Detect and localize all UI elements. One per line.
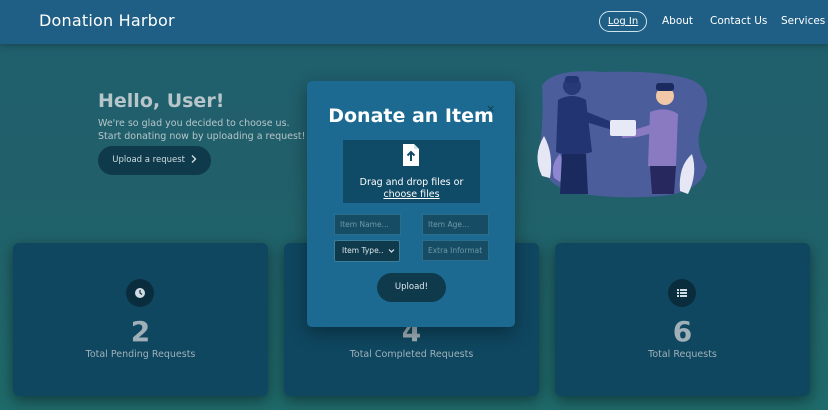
hero-title: Hello, User! [98, 90, 225, 112]
upload-request-button[interactable]: Upload a request [98, 146, 211, 175]
login-button[interactable]: Log In [599, 11, 647, 32]
navbar: Donation Harbor Log In About Contact Us … [0, 0, 828, 44]
extra-info-input[interactable]: Extra Informat [422, 240, 489, 261]
stat-card-pending: 2 Total Pending Requests [13, 243, 268, 396]
modal-title: Donate an Item [328, 105, 494, 127]
nav-services[interactable]: Services [781, 15, 825, 27]
item-name-input[interactable]: Item Name... [334, 214, 401, 235]
stat-value: 6 [672, 315, 693, 348]
hero-subtitle: We're so glad you decided to choose us. … [98, 118, 318, 143]
chevron-down-icon [388, 249, 395, 253]
clock-icon [126, 279, 154, 307]
hero-subtitle-line1: We're so glad you decided to choose us. [98, 118, 290, 129]
hero-subtitle-line2: Start donating now by uploading a reques… [98, 130, 306, 142]
item-age-input[interactable]: Item Age... [422, 214, 489, 235]
brand-logo[interactable]: Donation Harbor [39, 11, 175, 30]
file-upload-icon [403, 144, 419, 166]
choose-files-link[interactable]: choose files [343, 189, 480, 200]
stat-label: Total Requests [648, 349, 717, 360]
file-dropzone[interactable]: Drag and drop files or choose files [343, 140, 480, 203]
close-icon[interactable]: × [486, 102, 495, 115]
donate-item-modal: Donate an Item × Drag and drop files or … [307, 81, 515, 327]
item-type-select[interactable]: Item Type.. [334, 240, 400, 262]
stat-card-total: 6 Total Requests [555, 243, 810, 396]
nav-about[interactable]: About [662, 15, 693, 27]
dropzone-text: Drag and drop files or [359, 177, 464, 188]
item-type-value: Item Type.. [342, 246, 384, 255]
donation-illustration [537, 71, 708, 198]
stat-value: 2 [130, 315, 151, 348]
chevron-right-icon [191, 155, 197, 163]
upload-request-label: Upload a request [112, 155, 185, 165]
nav-contact-us[interactable]: Contact Us [710, 15, 767, 27]
stat-label: Total Pending Requests [85, 349, 196, 360]
stat-label: Total Completed Requests [349, 349, 474, 360]
upload-button[interactable]: Upload! [377, 273, 446, 302]
list-icon [668, 279, 696, 307]
